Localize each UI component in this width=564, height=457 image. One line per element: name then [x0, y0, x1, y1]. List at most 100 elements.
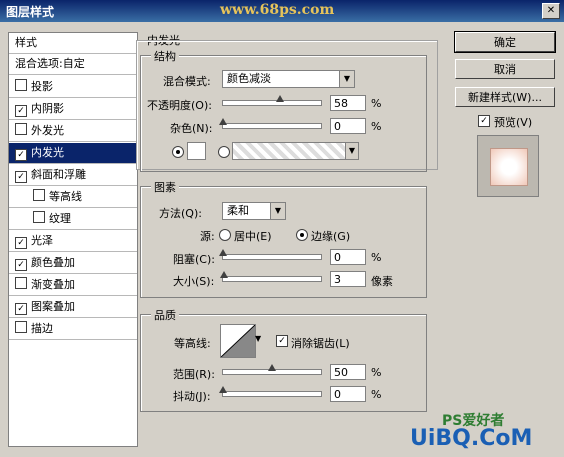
choke-label: 阻塞(C):	[173, 253, 215, 266]
size-slider[interactable]	[220, 271, 322, 282]
contour-picker[interactable]	[220, 324, 256, 358]
style-checkbox[interactable]	[15, 123, 27, 135]
style-checkbox[interactable]: ✓	[15, 105, 27, 117]
style-checkbox[interactable]: ✓	[15, 149, 27, 161]
preview-checkbox[interactable]: ✓	[478, 115, 490, 127]
style-item-label: 描边	[31, 322, 53, 335]
ok-button[interactable]: 确定	[454, 31, 556, 53]
structure-title: 结构	[151, 48, 179, 64]
style-item[interactable]: ✓ 内发光	[9, 143, 137, 164]
preview-thumbnail	[477, 135, 539, 197]
style-item[interactable]: 等高线	[9, 187, 137, 208]
choke-slider-thumb[interactable]	[219, 249, 227, 256]
noise-label: 杂色(N):	[170, 122, 213, 135]
size-slider-thumb[interactable]	[220, 271, 229, 278]
style-item-label: 渐变叠加	[31, 278, 75, 291]
style-item-label: 颜色叠加	[31, 256, 75, 269]
size-input[interactable]: 3	[330, 271, 366, 287]
style-item[interactable]: 投影	[9, 77, 137, 98]
style-item-label: 内阴影	[31, 102, 64, 115]
preview-label[interactable]: 预览(V)	[494, 114, 532, 130]
range-label: 范围(R):	[173, 368, 215, 381]
blend-mode-label: 混合模式:	[163, 75, 211, 88]
contour-label: 等高线:	[174, 337, 211, 350]
new-style-button[interactable]: 新建样式(W)...	[455, 87, 555, 107]
style-item-label: 斜面和浮雕	[31, 168, 86, 181]
opacity-label: 不透明度(O):	[147, 99, 212, 112]
quality-title: 品质	[151, 307, 179, 323]
uibq-logo-text: UiBQ.CoM	[410, 426, 533, 451]
range-slider[interactable]	[222, 364, 322, 375]
style-item[interactable]: ✓ 光泽	[9, 231, 137, 252]
opacity-slider-thumb[interactable]	[275, 95, 284, 102]
noise-unit: %	[371, 120, 382, 133]
style-checkbox[interactable]	[15, 277, 27, 289]
style-item-label: 纹理	[49, 212, 71, 225]
style-checkbox[interactable]	[33, 189, 45, 201]
opacity-slider[interactable]	[222, 95, 322, 106]
blend-options-item[interactable]: 混合选项:自定	[9, 54, 137, 75]
opacity-input[interactable]: 58	[330, 95, 366, 111]
style-item-label: 外发光	[31, 124, 64, 137]
blend-mode-select[interactable]: 颜色减淡 ▼	[222, 70, 355, 88]
choke-input[interactable]: 0	[330, 249, 366, 265]
method-label: 方法(Q):	[159, 207, 202, 220]
style-item[interactable]: ✓ 斜面和浮雕	[9, 165, 137, 186]
range-unit: %	[371, 366, 382, 379]
style-item[interactable]: 纹理	[9, 209, 137, 230]
style-item[interactable]: ✓ 内阴影	[9, 99, 137, 120]
jitter-slider[interactable]	[219, 386, 322, 397]
watermark: www.68ps.com	[220, 2, 335, 18]
noise-input[interactable]: 0	[330, 118, 366, 134]
cancel-button[interactable]: 取消	[455, 59, 555, 79]
blend-mode-value: 颜色减淡	[227, 72, 271, 85]
chevron-down-icon: ▼	[270, 203, 285, 219]
contour-curve-icon	[221, 325, 255, 357]
size-label: 大小(S):	[173, 275, 215, 288]
style-item-label: 投影	[31, 80, 53, 93]
source-edge-radio[interactable]	[296, 229, 308, 241]
range-input[interactable]: 50	[330, 364, 366, 380]
style-item[interactable]: ✓ 颜色叠加	[9, 253, 137, 274]
chevron-down-icon: ▼	[339, 71, 354, 87]
style-item[interactable]: 描边	[9, 319, 137, 340]
method-select[interactable]: 柔和 ▼	[222, 202, 286, 220]
style-item[interactable]: 渐变叠加	[9, 275, 137, 296]
jitter-slider-thumb[interactable]	[219, 386, 227, 393]
style-checkbox[interactable]: ✓	[15, 259, 27, 271]
chevron-down-icon: ▼	[345, 143, 358, 159]
choke-unit: %	[371, 251, 382, 264]
source-center-radio[interactable]	[219, 229, 231, 241]
style-item[interactable]: 外发光	[9, 121, 137, 142]
style-checkbox[interactable]	[33, 211, 45, 223]
style-checkbox[interactable]: ✓	[15, 171, 27, 183]
antialias-label[interactable]: 消除锯齿(L)	[291, 335, 350, 351]
styles-list: 样式 混合选项:自定 投影 ✓ 内阴影 外发光 ✓ 内发光 ✓ 斜面和浮雕 等高线 纹理 ✓ 光泽 ✓ 颜…	[8, 32, 138, 447]
noise-slider[interactable]	[219, 118, 322, 129]
color-radio[interactable]	[172, 146, 184, 158]
gradient-radio[interactable]	[218, 146, 230, 158]
jitter-input[interactable]: 0	[330, 386, 366, 402]
style-checkbox[interactable]: ✓	[15, 237, 27, 249]
styles-header[interactable]: 样式	[9, 33, 137, 54]
range-slider-thumb[interactable]	[268, 364, 276, 371]
source-label: 源:	[200, 230, 215, 243]
chevron-down-icon[interactable]: ▼	[255, 334, 261, 343]
preview-swatch	[490, 148, 528, 186]
style-checkbox[interactable]	[15, 79, 27, 91]
jitter-label: 抖动(J):	[173, 390, 211, 403]
close-button[interactable]: ✕	[542, 3, 560, 19]
antialias-checkbox[interactable]: ✓	[276, 335, 288, 347]
source-edge-label[interactable]: 边缘(G)	[311, 228, 350, 244]
style-item-label: 等高线	[49, 190, 82, 203]
style-item[interactable]: ✓ 图案叠加	[9, 297, 137, 318]
noise-slider-thumb[interactable]	[219, 118, 227, 125]
opacity-unit: %	[371, 97, 382, 110]
style-checkbox[interactable]	[15, 321, 27, 333]
choke-slider[interactable]	[219, 249, 322, 260]
glow-color-swatch[interactable]	[187, 142, 206, 160]
gradient-picker[interactable]: ▼	[232, 142, 359, 160]
source-center-label[interactable]: 居中(E)	[234, 228, 272, 244]
elements-title: 图素	[151, 179, 179, 195]
style-checkbox[interactable]: ✓	[15, 303, 27, 315]
